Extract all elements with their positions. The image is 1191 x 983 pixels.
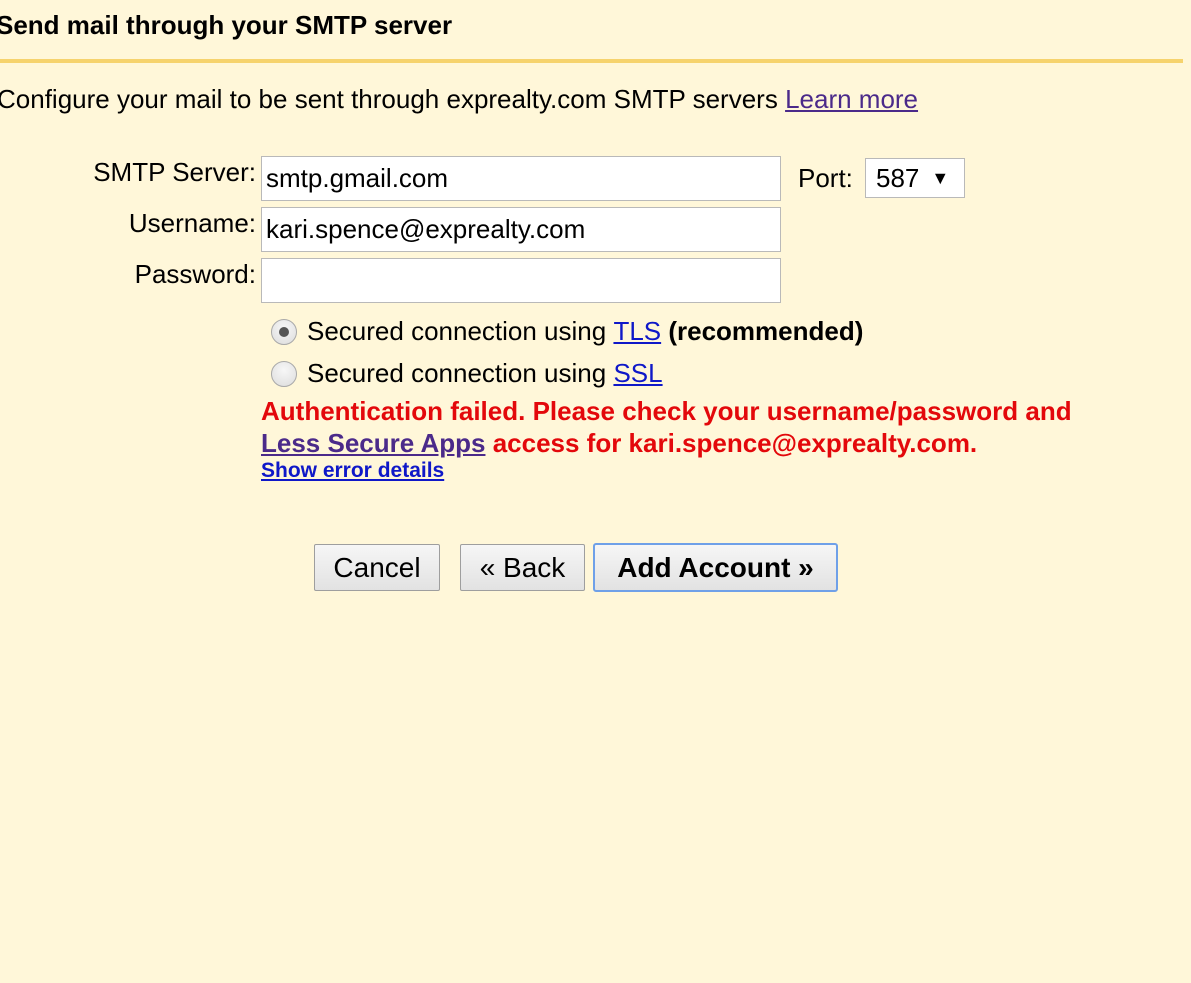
ssl-option-text: Secured connection using — [307, 358, 614, 388]
cancel-button[interactable]: Cancel — [314, 544, 440, 591]
smtp-server-label: SMTP Server: — [93, 157, 256, 187]
port-select[interactable]: 587 ▼ — [865, 158, 965, 198]
ssl-link[interactable]: SSL — [613, 358, 662, 389]
show-error-details-link[interactable]: Show error details — [261, 459, 444, 482]
ssl-option[interactable]: Secured connection using SSL — [271, 358, 663, 389]
username-input[interactable] — [261, 207, 781, 252]
error-line-2: Less Secure Apps access for kari.spence@… — [261, 427, 1181, 459]
error-message: Authentication failed. Please check your… — [261, 395, 1181, 459]
tls-option-text: Secured connection using — [307, 316, 614, 346]
dropdown-arrow-icon: ▼ — [931, 167, 950, 188]
tls-option[interactable]: Secured connection using TLS (recommende… — [271, 316, 863, 347]
port-label: Port: — [798, 163, 853, 193]
tls-radio[interactable] — [271, 318, 297, 345]
error-details-container: Show error details — [261, 459, 444, 483]
add-account-button[interactable]: Add Account » — [593, 543, 838, 592]
back-button[interactable]: « Back — [460, 544, 585, 591]
username-label: Username: — [128, 208, 256, 238]
error-line-2-text: access for kari.spence@exprealty.com. — [485, 428, 978, 458]
tls-recommended-text: (recommended) — [661, 316, 864, 346]
less-secure-apps-link[interactable]: Less Secure Apps — [261, 428, 485, 458]
smtp-server-input[interactable] — [261, 156, 781, 201]
intro-description: Configure your mail to be sent through e… — [0, 84, 786, 114]
password-label: Password: — [134, 259, 256, 289]
dialog-title: Send mail through your SMTP server — [0, 10, 453, 40]
error-line-1: Authentication failed. Please check your… — [261, 396, 1072, 426]
tls-link[interactable]: TLS — [613, 316, 661, 347]
ssl-radio[interactable] — [271, 360, 297, 387]
learn-more-link[interactable]: Learn more — [785, 84, 918, 114]
password-input[interactable] — [261, 258, 781, 303]
title-divider — [0, 59, 1183, 63]
intro-text: Configure your mail to be sent through e… — [0, 84, 918, 115]
port-value: 587 — [876, 162, 920, 193]
